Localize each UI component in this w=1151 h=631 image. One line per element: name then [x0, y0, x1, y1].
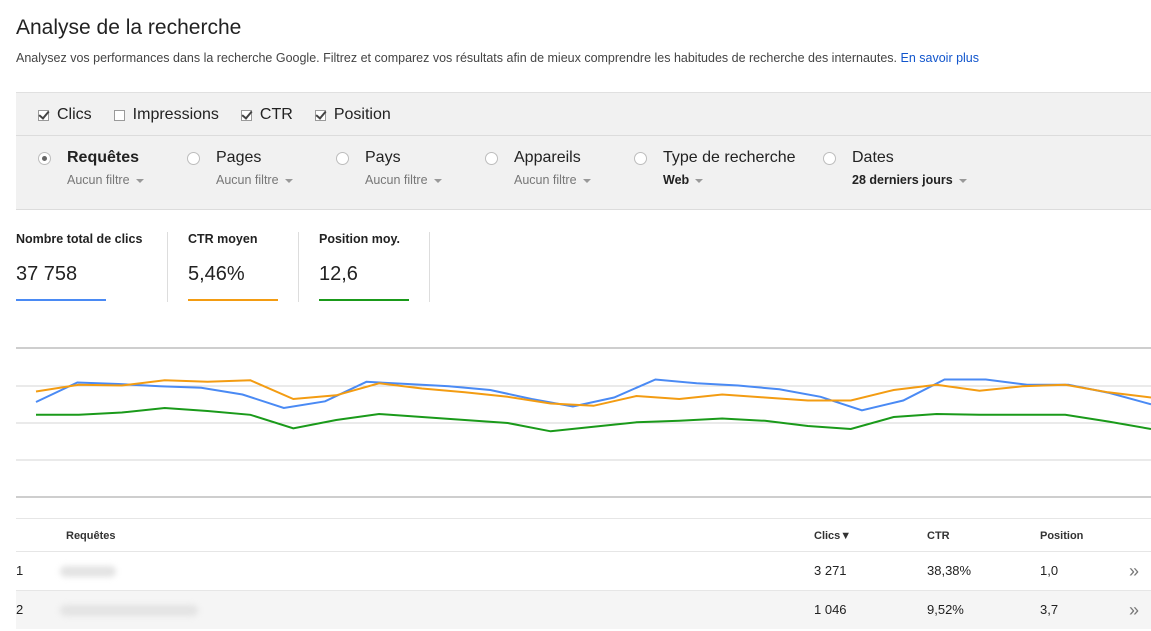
group-search-type-radio[interactable]: Type de recherche [634, 149, 796, 167]
radio-icon[interactable] [634, 151, 647, 165]
group-dates-filter[interactable]: 28 derniers jours [852, 173, 967, 187]
stat-color-bar [188, 299, 278, 301]
page-intro: Analysez vos performances dans la recher… [16, 51, 979, 65]
group-label: Pays [365, 149, 401, 166]
table-row[interactable]: 1 3 271 38,38% 1,0 » [16, 551, 1151, 590]
checkbox-icon[interactable] [314, 109, 326, 121]
row-index: 2 [16, 602, 24, 617]
group-label: Requêtes [67, 149, 140, 166]
position-series-line [36, 406, 1151, 433]
stat-color-bar [319, 299, 409, 301]
intro-text: Analysez vos performances dans la recher… [16, 51, 898, 65]
caret-down-icon [433, 178, 442, 183]
stat-divider [298, 232, 299, 302]
group-countries-filter[interactable]: Aucun filtre [365, 173, 442, 187]
filter-label: 28 derniers jours [852, 173, 953, 187]
redacted-query [60, 605, 198, 616]
performance-chart [16, 330, 1151, 500]
group-pages: Pages Aucun filtre [187, 149, 293, 187]
stat-divider [167, 232, 168, 302]
metric-impressions-checkbox[interactable]: Impressions [113, 104, 219, 126]
radio-icon[interactable] [38, 151, 51, 165]
group-label: Type de recherche [663, 149, 796, 166]
page-title: Analyse de la recherche [16, 16, 242, 39]
table-header: Requêtes Clics▼ CTR Position [16, 518, 1151, 552]
radio-icon[interactable] [485, 151, 498, 165]
row-position: 3,7 [1040, 602, 1059, 617]
caret-down-icon [958, 178, 967, 183]
stat-avg-ctr[interactable]: CTR moyen 5,46% [188, 232, 278, 302]
checkbox-icon[interactable] [113, 109, 125, 121]
stat-avg-position[interactable]: Position moy. 12,6 [319, 232, 409, 302]
metric-label: Clics [57, 106, 92, 123]
row-details-icon[interactable]: » [1129, 561, 1139, 582]
stat-value: 12,6 [319, 263, 358, 285]
filter-label: Web [663, 173, 690, 187]
learn-more-link[interactable]: En savoir plus [901, 51, 980, 65]
caret-down-icon [284, 178, 293, 183]
row-ctr: 9,52% [927, 602, 964, 617]
caret-down-icon [695, 178, 704, 183]
stat-label: Nombre total de clics [16, 232, 143, 246]
row-clicks: 1 046 [814, 602, 847, 617]
metric-label: Position [333, 106, 391, 123]
group-devices-filter[interactable]: Aucun filtre [514, 173, 591, 187]
panel-divider [16, 135, 1151, 136]
column-header-ctr[interactable]: CTR [927, 530, 950, 542]
radio-icon[interactable] [187, 151, 200, 165]
row-ctr: 38,38% [927, 563, 972, 578]
filter-label: Aucun filtre [514, 173, 577, 187]
radio-icon[interactable] [336, 151, 349, 165]
filter-label: Aucun filtre [67, 173, 130, 187]
group-queries: Requêtes Aucun filtre [38, 149, 144, 187]
group-label: Pages [216, 149, 262, 166]
column-header-queries[interactable]: Requêtes [66, 530, 116, 542]
metric-label: Impressions [132, 106, 219, 123]
stat-label: Position moy. [319, 232, 401, 246]
filter-panel: Clics Impressions CTR Position Requêtes … [16, 92, 1151, 210]
chart-svg [16, 347, 1151, 498]
stat-value: 5,46% [188, 263, 245, 285]
group-countries: Pays Aucun filtre [336, 149, 442, 187]
stat-value: 37 758 [16, 263, 78, 285]
metric-position-checkbox[interactable]: Position [314, 104, 391, 126]
stat-total-clicks[interactable]: Nombre total de clics 37 758 [16, 232, 142, 302]
stat-label: CTR moyen [188, 232, 258, 246]
filter-label: Aucun filtre [365, 173, 428, 187]
group-search-type: Type de recherche Web [634, 149, 796, 187]
checkbox-icon[interactable] [240, 109, 252, 121]
row-clicks: 3 271 [814, 563, 847, 578]
group-dates: Dates 28 derniers jours [823, 149, 967, 187]
column-header-position[interactable]: Position [1040, 530, 1083, 542]
group-queries-radio[interactable]: Requêtes [38, 149, 144, 167]
row-position: 1,0 [1040, 563, 1059, 578]
caret-down-icon [582, 178, 591, 183]
table-row[interactable]: 2 1 046 9,52% 3,7 » [16, 590, 1151, 629]
metric-label: CTR [259, 106, 293, 123]
group-search-type-filter[interactable]: Web [663, 173, 796, 187]
stat-color-bar [16, 299, 106, 301]
group-label: Appareils [514, 149, 581, 166]
group-devices-radio[interactable]: Appareils [485, 149, 591, 167]
redacted-query [60, 566, 116, 577]
group-devices: Appareils Aucun filtre [485, 149, 591, 187]
row-index: 1 [16, 563, 24, 578]
radio-icon[interactable] [823, 151, 836, 165]
group-dates-radio[interactable]: Dates [823, 149, 967, 167]
metric-ctr-checkbox[interactable]: CTR [240, 104, 293, 126]
group-queries-filter[interactable]: Aucun filtre [67, 173, 144, 187]
caret-down-icon [135, 178, 144, 183]
group-pages-filter[interactable]: Aucun filtre [216, 173, 293, 187]
row-details-icon[interactable]: » [1129, 600, 1139, 621]
metric-selector: Clics Impressions CTR Position [38, 104, 413, 126]
group-label: Dates [852, 149, 894, 166]
metric-clicks-checkbox[interactable]: Clics [38, 104, 92, 126]
column-header-clicks[interactable]: Clics▼ [814, 530, 851, 542]
filter-label: Aucun filtre [216, 173, 279, 187]
group-pages-radio[interactable]: Pages [187, 149, 293, 167]
checkbox-icon[interactable] [38, 109, 49, 121]
group-countries-radio[interactable]: Pays [336, 149, 442, 167]
stat-divider [429, 232, 430, 302]
